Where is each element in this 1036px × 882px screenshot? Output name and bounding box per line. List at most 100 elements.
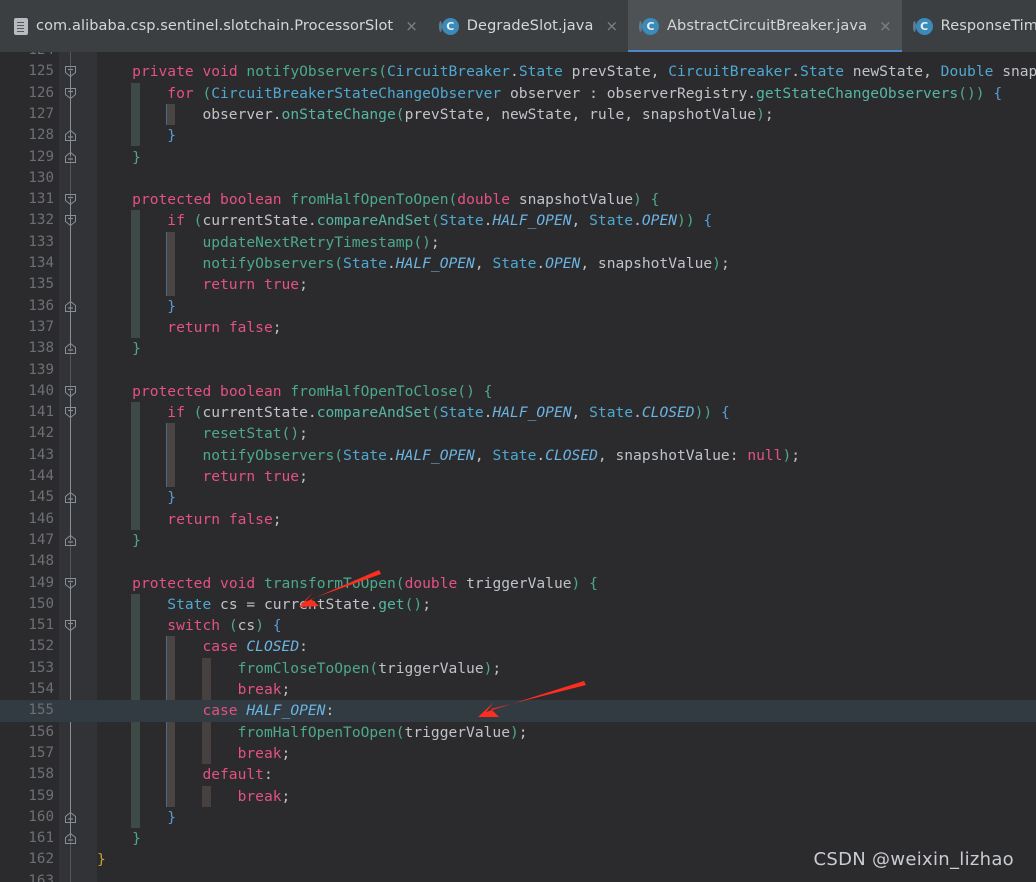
- line-number: 147: [28, 531, 54, 548]
- code-line[interactable]: 147 }: [0, 530, 1036, 551]
- line-number: 160: [28, 808, 54, 825]
- code-text[interactable]: default:: [97, 764, 272, 785]
- code-line[interactable]: 148: [0, 551, 1036, 572]
- code-line[interactable]: 131 protected boolean fromHalfOpenToOpen…: [0, 189, 1036, 210]
- line-number: 130: [28, 169, 54, 186]
- code-text[interactable]: }: [97, 125, 176, 146]
- code-text[interactable]: fromCloseToOpen(triggerValue);: [97, 658, 502, 679]
- code-line[interactable]: 155 case HALF_OPEN:: [0, 700, 1036, 722]
- code-text[interactable]: }: [97, 530, 141, 551]
- code-text[interactable]: if (currentState.compareAndSet(State.HAL…: [97, 210, 712, 231]
- line-number: 161: [28, 830, 54, 847]
- code-line[interactable]: 153 fromCloseToOpen(triggerValue);: [0, 658, 1036, 679]
- code-text[interactable]: }: [97, 828, 141, 849]
- code-text[interactable]: }: [97, 338, 141, 359]
- line-number: 138: [28, 340, 54, 357]
- code-text[interactable]: updateNextRetryTimestamp();: [97, 232, 439, 253]
- code-text[interactable]: case HALF_OPEN:: [97, 700, 334, 721]
- code-line[interactable]: 128 }: [0, 125, 1036, 146]
- tab-abstractcircuitbreaker[interactable]: AbstractCircuitBreaker.java ×: [628, 0, 902, 52]
- code-text[interactable]: case CLOSED:: [97, 636, 307, 657]
- code-text[interactable]: if (currentState.compareAndSet(State.HAL…: [97, 402, 729, 423]
- code-line[interactable]: 158 default:: [0, 764, 1036, 785]
- code-line[interactable]: 139: [0, 360, 1036, 381]
- code-line[interactable]: 137 return false;: [0, 317, 1036, 338]
- code-line[interactable]: 144 return true;: [0, 466, 1036, 487]
- code-text[interactable]: }: [97, 807, 176, 828]
- code-line[interactable]: 127 observer.onStateChange(prevState, ne…: [0, 104, 1036, 125]
- code-line[interactable]: 135 return true;: [0, 274, 1036, 295]
- close-icon[interactable]: ×: [879, 18, 892, 34]
- code-line[interactable]: 125 private void notifyObservers(Circuit…: [0, 61, 1036, 82]
- code-line[interactable]: 161 }: [0, 828, 1036, 849]
- close-icon[interactable]: ×: [405, 18, 418, 34]
- code-line[interactable]: 130: [0, 168, 1036, 189]
- code-text[interactable]: resetStat();: [97, 423, 307, 444]
- code-text[interactable]: observer.onStateChange(prevState, newSta…: [97, 104, 773, 125]
- code-line[interactable]: 163: [0, 871, 1036, 882]
- tab-degradeslot[interactable]: DegradeSlot.java ×: [428, 0, 628, 52]
- code-line[interactable]: 138 }: [0, 338, 1036, 359]
- code-line[interactable]: 126 for (CircuitBreakerStateChangeObserv…: [0, 83, 1036, 104]
- code-line[interactable]: 152 case CLOSED:: [0, 636, 1036, 657]
- code-line[interactable]: 134 notifyObservers(State.HALF_OPEN, Sta…: [0, 253, 1036, 274]
- code-line[interactable]: 150 State cs = currentState.get();: [0, 594, 1036, 615]
- line-number: 137: [28, 318, 54, 335]
- code-line[interactable]: 133 updateNextRetryTimestamp();: [0, 232, 1036, 253]
- code-line[interactable]: 146 return false;: [0, 509, 1036, 530]
- code-line[interactable]: 156 fromHalfOpenToOpen(triggerValue);: [0, 722, 1036, 743]
- code-text[interactable]: break;: [97, 743, 291, 764]
- code-text[interactable]: return false;: [97, 509, 281, 530]
- code-line[interactable]: 160 }: [0, 807, 1036, 828]
- code-text[interactable]: protected boolean fromHalfOpenToOpen(dou…: [97, 189, 659, 210]
- line-number: 129: [28, 148, 54, 165]
- code-text[interactable]: notifyObservers(State.HALF_OPEN, State.C…: [97, 445, 800, 466]
- editor-tab-bar: com.alibaba.csp.sentinel.slotchain.Proce…: [0, 0, 1036, 52]
- code-text[interactable]: }: [97, 147, 141, 168]
- code-text[interactable]: break;: [97, 679, 291, 700]
- tab-processorslot[interactable]: com.alibaba.csp.sentinel.slotchain.Proce…: [0, 0, 428, 52]
- tab-label: ResponseTimeCircuitBreaker.java: [940, 18, 1036, 34]
- code-line[interactable]: 151 switch (cs) {: [0, 615, 1036, 636]
- code-text[interactable]: notifyObservers(State.HALF_OPEN, State.O…: [97, 253, 729, 274]
- close-icon[interactable]: ×: [605, 18, 618, 34]
- code-line[interactable]: 136 }: [0, 296, 1036, 317]
- line-number: 134: [28, 255, 54, 271]
- code-text[interactable]: return true;: [97, 466, 307, 487]
- line-number: 142: [28, 425, 54, 442]
- code-text[interactable]: return false;: [97, 317, 281, 338]
- code-editor[interactable]: 124125 private void notifyObservers(Circ…: [0, 52, 1036, 882]
- tab-responsetimecircuitbreaker[interactable]: ResponseTimeCircuitBreaker.java ×: [902, 0, 1036, 52]
- code-line[interactable]: 159 break;: [0, 786, 1036, 807]
- code-text[interactable]: private void notifyObservers(CircuitBrea…: [97, 61, 1036, 82]
- code-text[interactable]: }: [97, 487, 176, 508]
- line-number: 141: [28, 404, 54, 421]
- line-number: 163: [28, 872, 54, 882]
- code-line[interactable]: 132 if (currentState.compareAndSet(State…: [0, 210, 1036, 231]
- code-text[interactable]: protected void transformToOpen(double tr…: [97, 573, 598, 594]
- code-line[interactable]: 143 notifyObservers(State.HALF_OPEN, Sta…: [0, 445, 1036, 466]
- code-line[interactable]: 154 break;: [0, 679, 1036, 700]
- code-line[interactable]: 129 }: [0, 147, 1036, 168]
- code-line[interactable]: 149 protected void transformToOpen(doubl…: [0, 573, 1036, 594]
- code-text[interactable]: return true;: [97, 274, 307, 295]
- code-text[interactable]: State cs = currentState.get();: [97, 594, 431, 615]
- code-text[interactable]: }: [97, 849, 106, 870]
- code-line[interactable]: 157 break;: [0, 743, 1036, 764]
- code-line[interactable]: 145 }: [0, 487, 1036, 508]
- code-text[interactable]: for (CircuitBreakerStateChangeObserver o…: [97, 83, 1002, 104]
- line-number: 148: [28, 553, 54, 570]
- code-text[interactable]: protected boolean fromHalfOpenToClose() …: [97, 381, 492, 402]
- code-line[interactable]: 141 if (currentState.compareAndSet(State…: [0, 402, 1036, 423]
- line-number: 144: [28, 468, 54, 484]
- code-line[interactable]: 124: [0, 52, 1036, 61]
- code-line[interactable]: 142 resetStat();: [0, 423, 1036, 444]
- code-text[interactable]: break;: [97, 786, 291, 807]
- code-text[interactable]: }: [97, 296, 176, 317]
- line-number: 158: [28, 766, 54, 783]
- code-line[interactable]: 140 protected boolean fromHalfOpenToClos…: [0, 381, 1036, 402]
- line-number: 156: [28, 723, 54, 740]
- code-text[interactable]: fromHalfOpenToOpen(triggerValue);: [97, 722, 528, 743]
- line-number: 146: [28, 510, 54, 527]
- code-text[interactable]: switch (cs) {: [97, 615, 281, 636]
